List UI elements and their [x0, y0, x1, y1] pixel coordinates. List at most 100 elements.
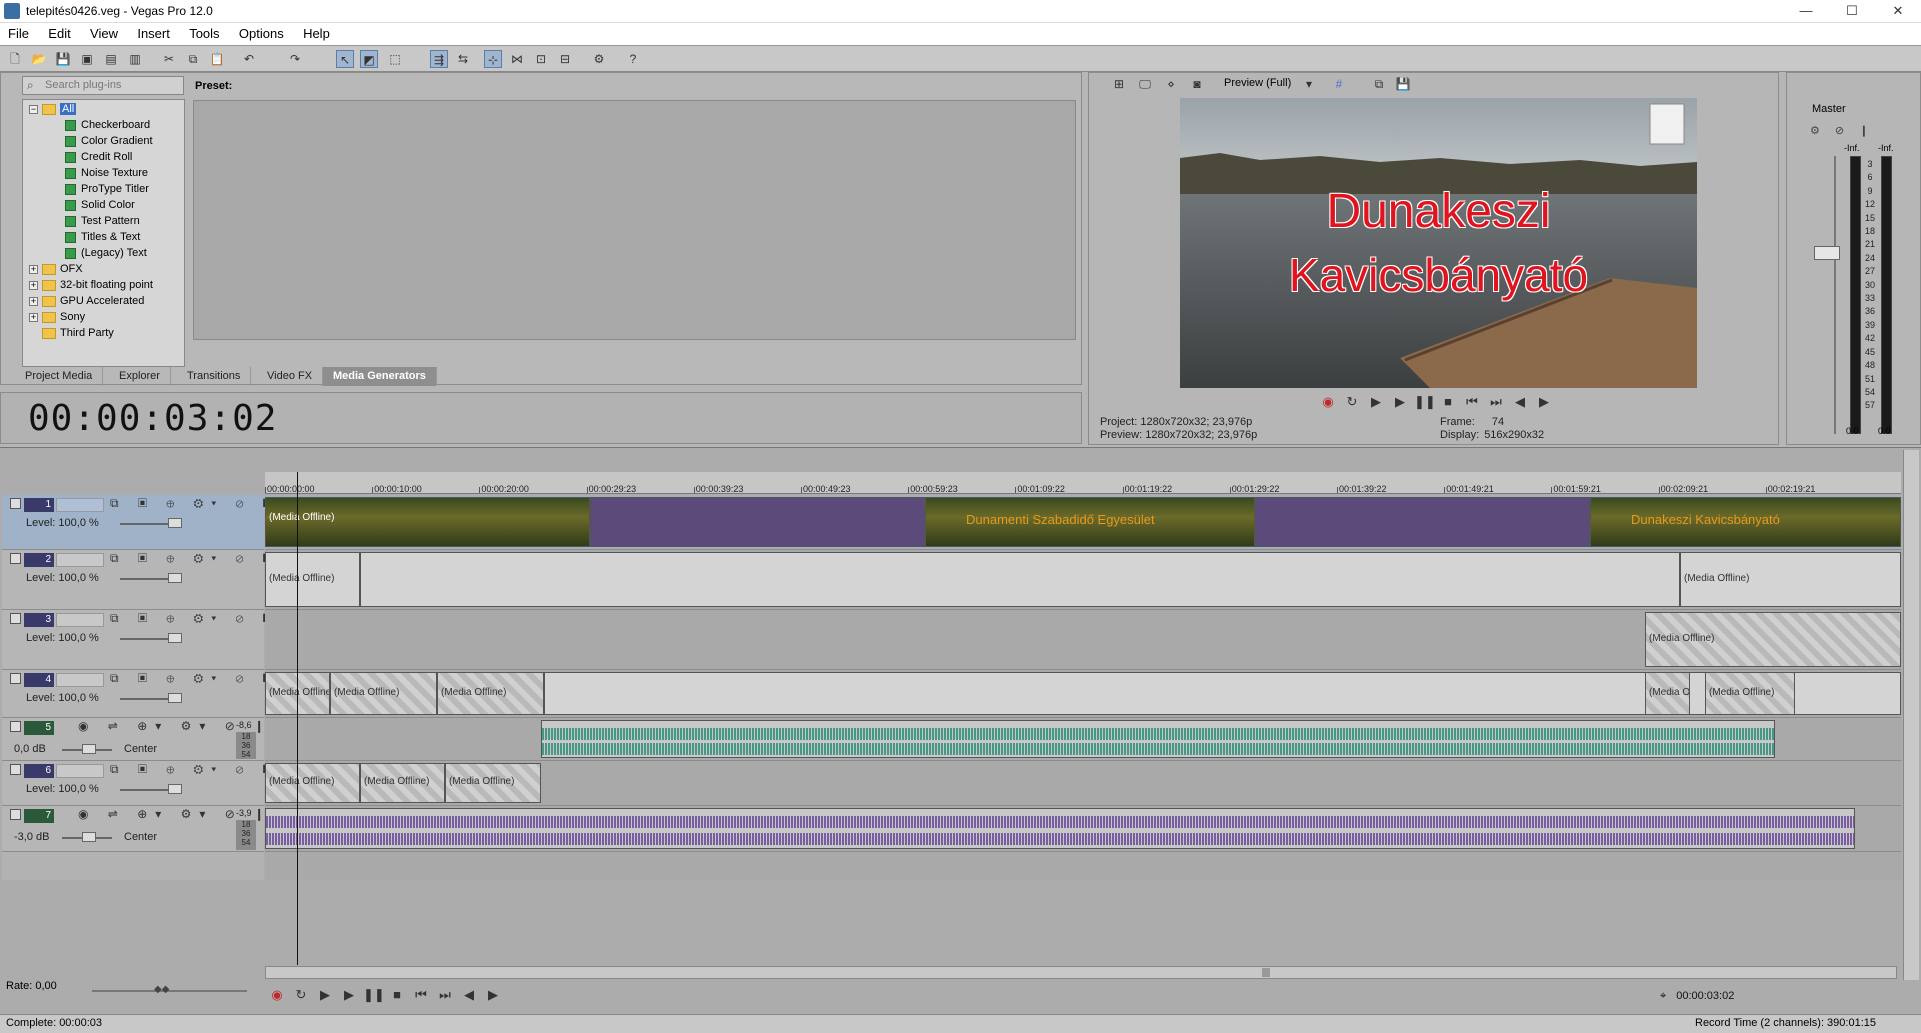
tab-media-generators[interactable]: Media Generators: [323, 367, 437, 386]
go-to-end-icon[interactable]: ⏭: [435, 985, 455, 1005]
track-level-knob[interactable]: [82, 744, 96, 754]
track-expand-icon[interactable]: [10, 613, 21, 624]
track-expand-icon[interactable]: [10, 673, 21, 684]
settings-icon[interactable]: ⚙: [590, 50, 608, 68]
go-to-start-icon[interactable]: ⏮: [1462, 392, 1482, 412]
menu-file[interactable]: File: [0, 23, 37, 44]
save-as-icon[interactable]: ▣: [78, 50, 96, 68]
menu-tools[interactable]: Tools: [181, 23, 227, 44]
track-control-icons[interactable]: ⧉ ▣ ⊕ ⚙▾ ⊘ ❙: [110, 671, 274, 686]
timeline-clip[interactable]: (Media Offline): [265, 763, 360, 803]
timeline-clip[interactable]: (Media Offline): [1645, 672, 1690, 715]
expand-icon[interactable]: +: [29, 296, 38, 306]
play-from-start-icon[interactable]: ▶: [315, 985, 335, 1005]
track-level-knob[interactable]: [168, 633, 182, 643]
tree-item-generator[interactable]: Test Pattern: [65, 214, 140, 229]
record-icon[interactable]: ◉: [1318, 392, 1338, 412]
menu-insert[interactable]: Insert: [129, 23, 178, 44]
track-control-icons[interactable]: ⧉ ▣ ⊕ ⚙▾ ⊘ ❙: [110, 496, 274, 511]
pause-icon[interactable]: ❚❚: [1414, 392, 1436, 412]
tree-folder[interactable]: + GPU Accelerated: [29, 294, 144, 309]
timeline-clip[interactable]: (Media Offline): [265, 552, 360, 607]
tree-item-generator[interactable]: ProType Titler: [65, 182, 149, 197]
master-fader[interactable]: [1814, 246, 1840, 260]
go-to-start-icon[interactable]: ⏮: [411, 985, 431, 1005]
track-level-knob[interactable]: [168, 573, 182, 583]
video-fx-icon[interactable]: ⋄: [1162, 75, 1180, 93]
tree-item-generator[interactable]: Color Gradient: [65, 134, 153, 149]
zoom-out-icon[interactable]: ⊟: [556, 50, 574, 68]
new-icon[interactable]: 🗋: [6, 50, 24, 68]
track-header[interactable]: 5 ◉ ⇌ ⊕▾ ⚙▾ ⊘ ❙ 0,0 dB Center -8,6 18 36 54: [2, 718, 264, 761]
timeline-clip[interactable]: (Media Offline): [1705, 672, 1795, 715]
play-icon[interactable]: ▶: [339, 985, 359, 1005]
previous-frame-icon[interactable]: ◀: [1510, 392, 1530, 412]
time-ruler[interactable]: 00:00:00:00 00:00:10:00 00:00:20:00 00:00:2…: [265, 472, 1901, 494]
track-header[interactable]: 3 ⧉ ▣ ⊕ ⚙▾ ⊘ ❙ Level: 100,0 %: [2, 610, 266, 670]
timeline-clip[interactable]: [590, 497, 925, 547]
tree-item-generator[interactable]: Checkerboard: [65, 118, 150, 133]
auto-ripple-icon[interactable]: ⇶: [430, 50, 448, 68]
tab-explorer[interactable]: Explorer: [109, 367, 171, 386]
selection-tool-icon[interactable]: ⬚: [386, 50, 404, 68]
horizontal-scrollbar[interactable]: [265, 966, 1897, 979]
open-icon[interactable]: 📂: [30, 50, 48, 68]
vertical-scrollbar[interactable]: [1903, 450, 1919, 980]
track-expand-icon[interactable]: [10, 764, 21, 775]
next-frame-icon[interactable]: ▶: [483, 985, 503, 1005]
timeline-clip[interactable]: [360, 552, 1680, 607]
track-name-field[interactable]: [56, 764, 104, 778]
save-snapshot-icon[interactable]: 💾: [1394, 75, 1412, 93]
tree-folder[interactable]: + OFX: [29, 262, 83, 277]
expand-icon[interactable]: +: [29, 312, 38, 322]
overlays-icon[interactable]: #: [1330, 75, 1348, 93]
timeline-clip[interactable]: [541, 720, 1775, 758]
render-icon[interactable]: ▤: [102, 50, 120, 68]
track-level-knob[interactable]: [168, 518, 182, 528]
expand-icon[interactable]: +: [29, 264, 38, 274]
track-level-knob[interactable]: [168, 784, 182, 794]
track-name-field[interactable]: [56, 553, 104, 567]
tab-project-media[interactable]: Project Media: [15, 367, 104, 386]
loop-icon[interactable]: ↻: [1342, 392, 1362, 412]
tab-video-fx[interactable]: Video FX: [257, 367, 324, 386]
track-header[interactable]: 4 ⧉ ▣ ⊕ ⚙▾ ⊘ ❙ Level: 100,0 %: [2, 670, 266, 718]
maximize-button[interactable]: ☐: [1829, 0, 1875, 23]
external-monitor-icon[interactable]: 🖵: [1136, 75, 1154, 93]
redo-icon[interactable]: ↷: [286, 50, 304, 68]
menu-options[interactable]: Options: [231, 23, 292, 44]
timeline-clip[interactable]: (Media Offline): [330, 672, 437, 715]
track-header[interactable]: 1 ⧉ ▣ ⊕ ⚙▾ ⊘ ❙ Level: 100,0 %: [2, 495, 266, 550]
timeline-clip[interactable]: (Media Offline): [1645, 612, 1901, 667]
timeline-clip[interactable]: Dunamenti Szabadidő Egyesület: [925, 497, 1255, 547]
plugin-tree[interactable]: − All Checkerboard Color Gradient Credit …: [22, 99, 185, 367]
play-icon[interactable]: ▶: [1390, 392, 1410, 412]
timeline-clip[interactable]: [1255, 497, 1590, 547]
lock-envelopes-icon[interactable]: ⇆: [454, 50, 472, 68]
track-name-field[interactable]: [56, 673, 104, 687]
chevron-down-icon[interactable]: ▾: [1300, 75, 1318, 93]
project-properties-icon[interactable]: ⊞: [1110, 75, 1128, 93]
go-to-end-icon[interactable]: ⏭: [1486, 392, 1506, 412]
track-control-icons[interactable]: ⧉ ▣ ⊕ ⚙▾ ⊘ ❙: [110, 611, 274, 626]
track-lanes[interactable]: (Media Offline) Dunamenti Szabadidő Egyes…: [265, 495, 1901, 880]
tab-transitions[interactable]: Transitions: [177, 367, 252, 386]
track-expand-icon[interactable]: [10, 498, 21, 509]
normal-edit-tool-icon[interactable]: ↖: [336, 50, 354, 68]
tree-item-all[interactable]: − All: [29, 102, 77, 117]
record-icon[interactable]: ◉: [267, 985, 287, 1005]
tree-item-generator[interactable]: Credit Roll: [65, 150, 132, 165]
track-control-icons[interactable]: ⧉ ▣ ⊕ ⚙▾ ⊘ ❙: [110, 762, 274, 777]
search-input[interactable]: ⌕ Search plug-ins: [22, 76, 184, 95]
copy-icon[interactable]: ⧉: [184, 50, 202, 68]
previous-frame-icon[interactable]: ◀: [459, 985, 479, 1005]
timeline-clip[interactable]: (Media Offline): [265, 497, 590, 547]
stop-icon[interactable]: ■: [387, 985, 407, 1005]
properties-icon[interactable]: ▥: [126, 50, 144, 68]
auto-crossfade-icon[interactable]: ⋈: [508, 50, 526, 68]
enable-snapping-icon[interactable]: ⊹: [484, 50, 502, 68]
track-expand-icon[interactable]: [10, 721, 21, 732]
zoom-icon[interactable]: ⊡: [532, 50, 550, 68]
rate-slider-handle[interactable]: ◆◆: [154, 984, 176, 996]
stop-icon[interactable]: ■: [1438, 392, 1458, 412]
